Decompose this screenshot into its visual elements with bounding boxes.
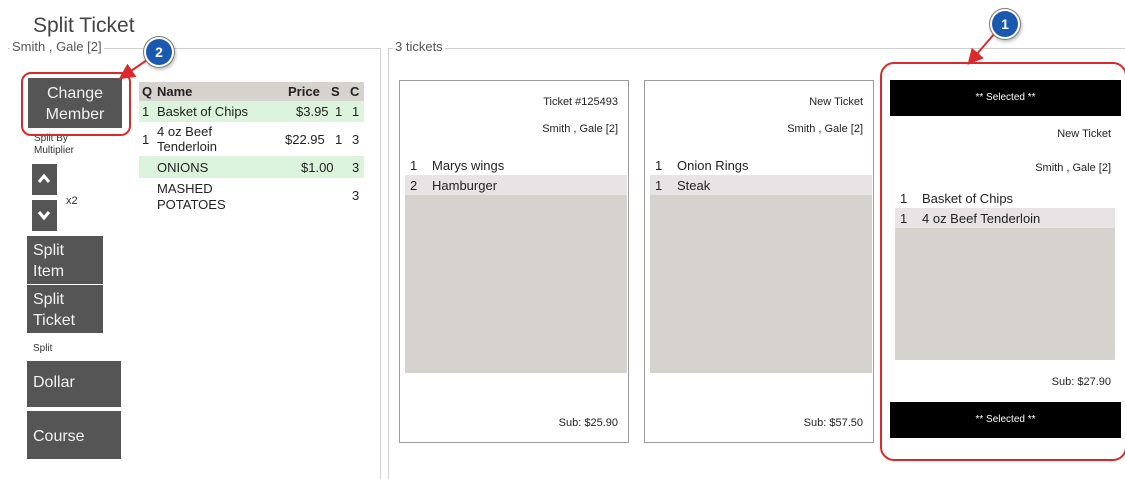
callout-badge-2: 2	[146, 39, 172, 65]
line-qty: 2	[410, 178, 418, 193]
header-seat: S	[331, 84, 340, 99]
page-title: Split Ticket	[33, 14, 135, 37]
member-group-title: Smith , Gale [2]	[10, 39, 104, 54]
header-course: C	[350, 84, 360, 99]
row-seat: 1	[335, 104, 343, 119]
split-ticket-label-2: Ticket	[33, 312, 76, 329]
callout-badge-1: 1	[992, 11, 1018, 37]
ticket-line[interactable]: 1 Onion Rings	[650, 155, 872, 175]
ticket-number: Ticket #125493	[543, 96, 618, 108]
line-qty: 1	[655, 178, 663, 193]
ticket-member: Smith , Gale [2]	[787, 123, 863, 135]
row-course: 1	[352, 104, 360, 119]
ticket-line[interactable]: 2 Hamburger	[405, 175, 627, 195]
row-name: ONIONS	[157, 160, 209, 175]
split-course-button[interactable]: Course	[27, 411, 121, 459]
row-course: 3	[352, 188, 360, 203]
split-item-button[interactable]: Split Item	[27, 236, 103, 284]
line-qty: 1	[410, 158, 418, 173]
ticket-item-list: 1 Onion Rings 1 Steak	[650, 155, 872, 373]
table-row[interactable]: MASHED POTATOES 3	[139, 178, 364, 214]
row-qty: 1	[142, 132, 150, 147]
header-price: Price	[288, 84, 320, 99]
table-row[interactable]: ONIONS $1.00 3	[139, 156, 364, 178]
split-label: Split	[33, 343, 53, 354]
change-member-callout-outline	[21, 72, 131, 136]
row-name: 4 oz Beef	[157, 124, 212, 139]
multiplier-up-button[interactable]	[32, 164, 57, 195]
split-item-label-1: Split	[33, 242, 65, 259]
split-by-multiplier-label: Split By Multiplier	[34, 133, 74, 157]
row-price: $22.95	[285, 132, 325, 147]
line-qty: 1	[655, 158, 663, 173]
multiplier-value: x2	[66, 195, 78, 207]
header-name: Name	[157, 84, 193, 99]
multiplier-down-button[interactable]	[32, 200, 57, 231]
line-item: Onion Rings	[677, 158, 749, 173]
row-qty: 1	[142, 104, 150, 119]
table-row[interactable]: 1 Basket of Chips $3.95 1 1	[139, 101, 364, 122]
row-course: 3	[352, 160, 360, 175]
row-price: $3.95	[296, 104, 329, 119]
table-row[interactable]: 1 4 oz Beef Tenderloin $22.95 1 3	[139, 122, 364, 156]
ticket-line[interactable]: 1 Marys wings	[405, 155, 627, 175]
ticket-number: New Ticket	[809, 96, 863, 108]
ticket-card[interactable]: Ticket #125493 Smith , Gale [2] 1 Marys …	[399, 80, 629, 443]
chevron-up-icon	[37, 173, 51, 183]
ticket-item-list: 1 Marys wings 2 Hamburger	[405, 155, 627, 373]
tickets-group-title: 3 tickets	[393, 39, 445, 54]
ticket-subtotal: Sub: $57.50	[803, 417, 863, 429]
ticket-line[interactable]: 1 Steak	[650, 175, 872, 195]
row-name: Basket of Chips	[157, 104, 249, 119]
row-price: $1.00	[301, 160, 334, 175]
row-course: 3	[352, 132, 360, 147]
selected-ticket-callout-outline	[880, 62, 1125, 461]
split-dollar-button[interactable]: Dollar	[27, 361, 121, 407]
split-ticket-button[interactable]: Split Ticket	[27, 285, 103, 333]
line-item: Marys wings	[432, 158, 505, 173]
line-item: Steak	[677, 178, 711, 193]
row-seat: 1	[335, 132, 343, 147]
chevron-down-icon	[37, 211, 51, 221]
split-item-label-2: Item	[33, 263, 65, 280]
items-table-header: Q Name Price S C	[139, 82, 364, 101]
ticket-member: Smith , Gale [2]	[542, 123, 618, 135]
ticket-subtotal: Sub: $25.90	[558, 417, 618, 429]
line-item: Hamburger	[432, 178, 498, 193]
split-by-label-2: Multiplier	[34, 145, 75, 156]
split-ticket-label-1: Split	[33, 291, 65, 308]
row-name-2: Tenderloin	[157, 139, 217, 154]
ticket-card[interactable]: New Ticket Smith , Gale [2] 1 Onion Ring…	[644, 80, 874, 443]
items-table: Q Name Price S C 1 Basket of Chips $3.95…	[139, 82, 364, 214]
row-name: MASHED	[157, 181, 213, 196]
row-name-2: POTATOES	[157, 197, 226, 212]
header-qty: Q	[142, 84, 153, 99]
